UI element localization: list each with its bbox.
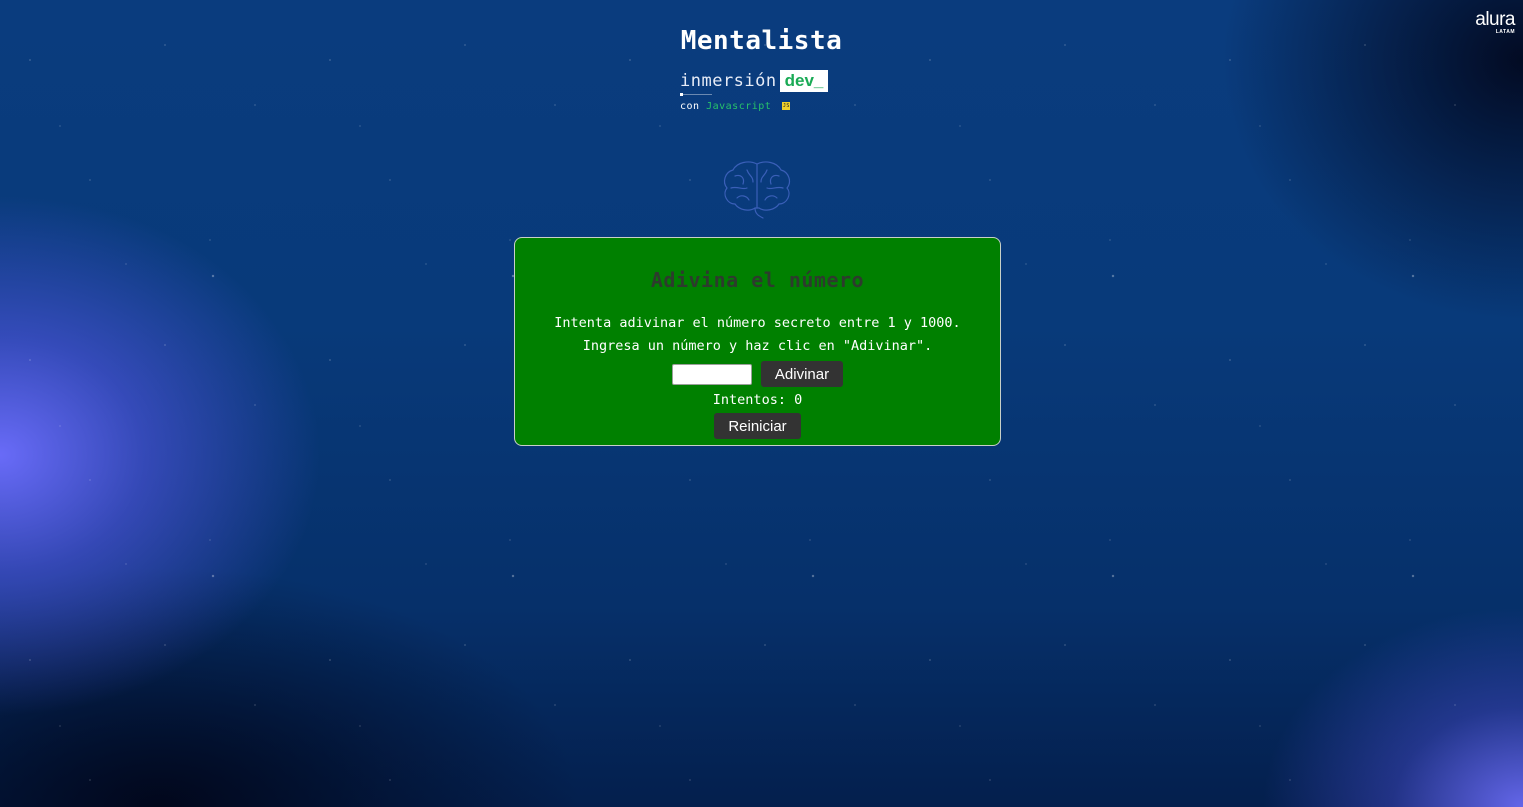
game-title: Adivina el número <box>650 268 865 292</box>
event-sub-language: Javascript <box>706 101 772 112</box>
event-subtitle: con Javascript JS <box>680 101 828 112</box>
event-tag: dev_ <box>779 70 829 92</box>
guess-button[interactable]: Adivinar <box>760 361 844 387</box>
guess-input[interactable] <box>671 363 752 385</box>
event-sub-prefix: con <box>680 101 700 112</box>
event-underline <box>680 93 712 96</box>
instruction-line-1: Intenta adivinar el número secreto entre… <box>554 315 961 331</box>
game-card: Adivina el número Intenta adivinar el nú… <box>514 237 1001 446</box>
event-name: inmersión <box>680 71 777 91</box>
instruction-line-2: Ingresa un número y haz clic en "Adivina… <box>582 338 933 354</box>
reset-button[interactable]: Reiniciar <box>714 413 801 439</box>
game-instructions: Intenta adivinar el número secreto entre… <box>515 312 1000 358</box>
brain-icon <box>723 161 791 219</box>
js-icon: JS <box>781 102 790 110</box>
attempts-counter: Intentos: 0 <box>712 392 803 408</box>
reset-row: Reiniciar <box>515 413 1000 439</box>
guess-row: Adivinar <box>515 361 1000 387</box>
event-badge: inmersión dev_ con Javascript JS <box>680 70 829 112</box>
event-line: inmersión dev_ <box>680 70 829 92</box>
page-header: Mentalista <box>0 26 1523 56</box>
app-title: Mentalista <box>680 26 843 56</box>
